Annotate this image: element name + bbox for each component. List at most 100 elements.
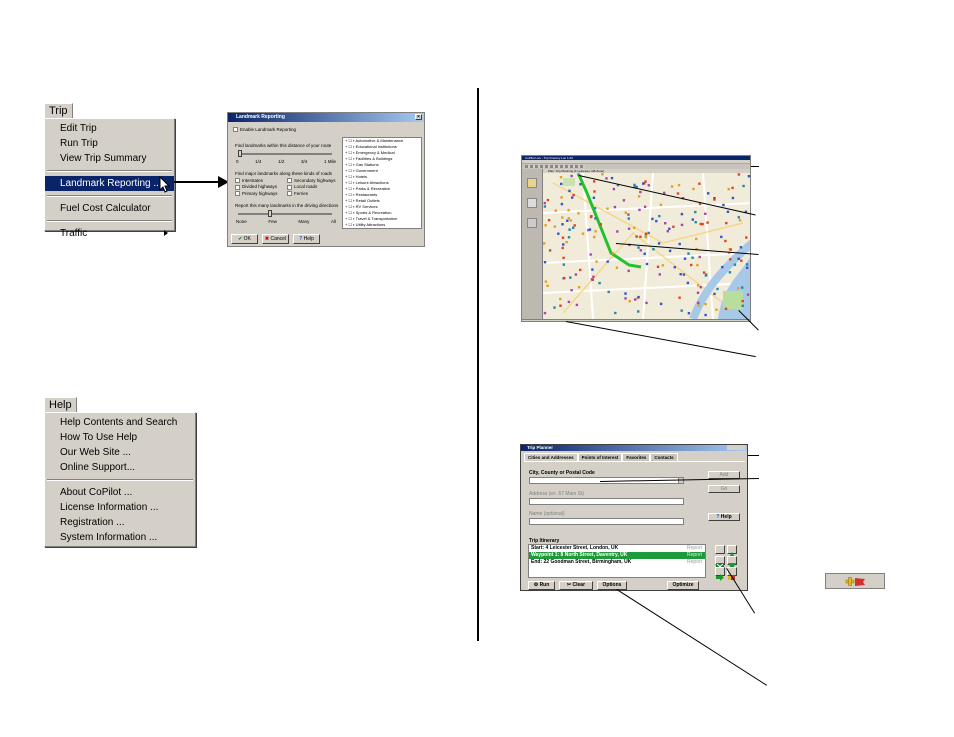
poi-marker[interactable] bbox=[553, 225, 556, 228]
poi-marker[interactable] bbox=[572, 226, 575, 229]
poi-marker[interactable] bbox=[567, 209, 570, 212]
poi-marker[interactable] bbox=[652, 248, 655, 251]
trip-menu-title[interactable]: Trip bbox=[44, 103, 73, 119]
poi-marker[interactable] bbox=[745, 263, 749, 266]
options-button[interactable]: Options bbox=[597, 581, 627, 590]
poi-marker[interactable] bbox=[661, 264, 665, 267]
poi-marker[interactable] bbox=[720, 235, 723, 239]
road-checkbox[interactable]: Ferries bbox=[287, 191, 339, 196]
poi-marker[interactable] bbox=[697, 301, 700, 305]
poi-marker[interactable] bbox=[561, 216, 564, 219]
poi-marker[interactable] bbox=[678, 242, 681, 246]
poi-marker[interactable] bbox=[614, 311, 617, 315]
poi-marker[interactable] bbox=[657, 242, 661, 245]
poi-marker[interactable] bbox=[704, 212, 707, 215]
city-dropdown[interactable] bbox=[678, 477, 684, 484]
poi-marker[interactable] bbox=[589, 253, 592, 256]
poi-marker[interactable] bbox=[637, 295, 640, 299]
menu-item-run-trip[interactable]: Run Trip bbox=[45, 136, 174, 151]
tab-points-of-interest[interactable]: Points of Interest bbox=[577, 453, 623, 461]
poi-marker[interactable] bbox=[639, 190, 642, 194]
address-input[interactable] bbox=[529, 498, 684, 505]
optimize-button[interactable]: Optimize bbox=[667, 581, 699, 590]
poi-marker[interactable] bbox=[593, 207, 597, 210]
delete-icon[interactable] bbox=[715, 556, 725, 570]
poi-marker[interactable] bbox=[637, 246, 640, 249]
poi-marker[interactable] bbox=[682, 273, 686, 276]
poi-marker[interactable] bbox=[639, 249, 642, 252]
poi-marker[interactable] bbox=[696, 284, 700, 287]
poi-marker[interactable] bbox=[741, 286, 744, 289]
poi-marker[interactable] bbox=[672, 225, 675, 228]
road-checkbox[interactable]: Primary highways bbox=[235, 191, 287, 196]
report-link[interactable]: Report bbox=[687, 559, 702, 566]
poi-marker[interactable] bbox=[690, 263, 693, 267]
poi-marker[interactable] bbox=[627, 227, 631, 230]
poi-marker[interactable] bbox=[704, 274, 708, 277]
window-controls[interactable] bbox=[727, 445, 745, 450]
poi-marker[interactable] bbox=[615, 266, 619, 269]
poi-marker[interactable] bbox=[659, 203, 663, 206]
distance-slider[interactable] bbox=[238, 153, 332, 155]
poi-marker[interactable] bbox=[562, 243, 565, 246]
poi-marker[interactable] bbox=[698, 255, 701, 259]
poi-marker[interactable] bbox=[668, 227, 671, 230]
poi-marker[interactable] bbox=[544, 280, 548, 283]
poi-marker[interactable] bbox=[722, 203, 725, 207]
category-tree[interactable]: + ☐ ▪ Automotive & Maintenance + ☐ ▪ Educ… bbox=[342, 137, 422, 229]
menu-item-fuel-cost-calculator[interactable]: Fuel Cost Calculator bbox=[45, 201, 174, 216]
poi-marker[interactable] bbox=[637, 310, 640, 313]
poi-marker[interactable] bbox=[637, 195, 641, 198]
itinerary-row[interactable]: Waypoint 1: 8 North Street, Daventry, UK… bbox=[529, 552, 705, 559]
poi-marker[interactable] bbox=[704, 302, 707, 306]
poi-marker[interactable] bbox=[656, 265, 660, 268]
poi-marker[interactable] bbox=[680, 309, 683, 312]
poi-marker[interactable] bbox=[571, 196, 574, 199]
poi-marker[interactable] bbox=[606, 207, 609, 210]
poi-marker[interactable] bbox=[594, 230, 597, 233]
poi-marker[interactable] bbox=[562, 263, 565, 266]
poi-marker[interactable] bbox=[694, 221, 697, 224]
poi-marker[interactable] bbox=[634, 298, 637, 301]
poi-marker[interactable] bbox=[567, 236, 571, 239]
poi-marker[interactable] bbox=[706, 221, 709, 224]
poi-marker[interactable] bbox=[593, 180, 596, 183]
clear-button[interactable]: ✂ Clear bbox=[559, 581, 593, 590]
close-icon[interactable]: × bbox=[415, 114, 422, 120]
poi-marker[interactable] bbox=[560, 182, 563, 186]
poi-marker[interactable] bbox=[544, 224, 547, 227]
cancel-button[interactable]: ✖ Cancel bbox=[262, 234, 289, 244]
poi-marker[interactable] bbox=[581, 232, 585, 235]
poi-marker[interactable] bbox=[561, 223, 564, 226]
run-button[interactable]: ⚙ Run bbox=[528, 581, 555, 590]
poi-marker[interactable] bbox=[747, 175, 750, 178]
menu-item-traffic[interactable]: Traffic bbox=[45, 226, 174, 241]
poi-marker[interactable] bbox=[724, 307, 728, 310]
report-link[interactable]: Report bbox=[687, 545, 702, 552]
poi-marker[interactable] bbox=[543, 261, 547, 264]
poi-marker[interactable] bbox=[627, 213, 630, 216]
poi-marker[interactable] bbox=[666, 230, 669, 233]
menu-item-online-support[interactable]: Online Support... bbox=[45, 460, 195, 475]
poi-marker[interactable] bbox=[702, 271, 706, 274]
poi-marker[interactable] bbox=[644, 235, 648, 239]
poi-marker[interactable] bbox=[610, 176, 614, 180]
poi-marker[interactable] bbox=[647, 231, 650, 235]
menu-item-landmark-reporting[interactable]: Landmark Reporting ... bbox=[45, 176, 174, 191]
poi-marker[interactable] bbox=[566, 219, 569, 222]
poi-marker[interactable] bbox=[727, 187, 730, 191]
distance-slider-thumb[interactable] bbox=[238, 150, 242, 157]
ok-button[interactable]: ✔ OK bbox=[231, 234, 258, 244]
poi-marker[interactable] bbox=[677, 183, 681, 187]
poi-marker[interactable] bbox=[591, 268, 594, 271]
poi-marker[interactable] bbox=[588, 228, 592, 231]
poi-marker[interactable] bbox=[574, 273, 578, 276]
poi-marker[interactable] bbox=[635, 235, 638, 238]
poi-marker[interactable] bbox=[607, 290, 610, 294]
poi-marker[interactable] bbox=[605, 177, 608, 180]
poi-marker[interactable] bbox=[548, 249, 552, 252]
poi-marker[interactable] bbox=[746, 266, 749, 269]
poi-marker[interactable] bbox=[639, 235, 642, 238]
poi-marker[interactable] bbox=[606, 260, 609, 263]
poi-marker[interactable] bbox=[562, 256, 565, 260]
